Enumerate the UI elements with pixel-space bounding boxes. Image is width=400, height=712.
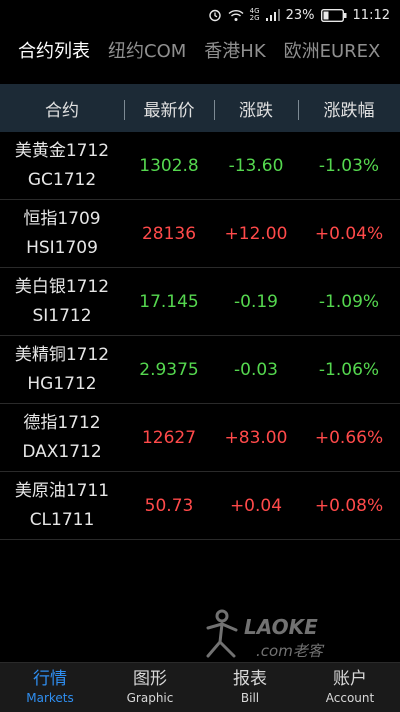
price-change-percent: +0.08% bbox=[314, 495, 384, 516]
nav-account-label-zh: 账户 bbox=[333, 668, 367, 689]
table-row[interactable]: 德指1712 DAX1712 12627 +83.00 +0.66% bbox=[0, 404, 400, 472]
network-label: 4G 2G bbox=[249, 7, 260, 22]
nav-bill-label-en: Bill bbox=[240, 690, 260, 705]
contract-cell: 美黄金1712 GC1712 bbox=[0, 137, 124, 195]
price-change: +0.04 bbox=[229, 495, 283, 516]
price-change: +83.00 bbox=[224, 427, 288, 448]
price-change-percent: -1.06% bbox=[318, 359, 380, 380]
contract-table: 美黄金1712 GC1712 1302.8 -13.60 -1.03% 恒指17… bbox=[0, 132, 400, 540]
battery-percent: 23% bbox=[285, 7, 315, 23]
tab-europe-eurex[interactable]: 欧洲EUREX bbox=[275, 37, 390, 63]
contract-name: 美原油1711 bbox=[14, 480, 110, 501]
contract-cell: 美原油1711 CL1711 bbox=[0, 477, 124, 535]
contract-code: CL1711 bbox=[29, 509, 95, 530]
latest-price: 50.73 bbox=[144, 495, 194, 516]
signal-icon bbox=[265, 9, 280, 21]
status-bar: 4G 2G 23% 11:12 bbox=[0, 0, 400, 30]
price-change: -13.60 bbox=[228, 155, 284, 176]
tab-hong-kong[interactable]: 香港HK bbox=[195, 37, 274, 63]
nav-markets-label-en: Markets bbox=[26, 690, 74, 705]
nav-markets[interactable]: 行情 Markets bbox=[0, 663, 100, 712]
contract-cell: 恒指1709 HSI1709 bbox=[0, 205, 124, 263]
contract-name: 恒指1709 bbox=[23, 208, 101, 229]
nav-bill[interactable]: 报表 Bill bbox=[200, 663, 300, 712]
alarm-icon bbox=[208, 8, 222, 22]
laoke-watermark-logo: LAOKE .com老客 bbox=[200, 606, 375, 666]
table-row[interactable]: 美白银1712 SI1712 17.145 -0.19 -1.09% bbox=[0, 268, 400, 336]
latest-price: 1302.8 bbox=[139, 155, 199, 176]
header-latest-price[interactable]: 最新价 bbox=[124, 96, 214, 121]
header-change-percent[interactable]: 涨跌幅 bbox=[298, 96, 400, 121]
nav-markets-label-zh: 行情 bbox=[33, 668, 67, 689]
contract-code: SI1712 bbox=[32, 305, 92, 326]
nav-bill-label-zh: 报表 bbox=[233, 668, 267, 689]
watermark-text: .com老客 bbox=[256, 642, 325, 660]
contract-name: 德指1712 bbox=[23, 412, 101, 433]
nav-account[interactable]: 账户 Account bbox=[300, 663, 400, 712]
latest-price: 2.9375 bbox=[139, 359, 199, 380]
tab-contract-list[interactable]: 合约列表 bbox=[0, 37, 99, 63]
nav-account-label-en: Account bbox=[325, 690, 375, 705]
latest-price: 17.145 bbox=[139, 291, 199, 312]
contract-name: 美精铜1712 bbox=[14, 344, 110, 365]
table-header: 合约 最新价 涨跌 涨跌幅 bbox=[0, 84, 400, 132]
contract-cell: 美白银1712 SI1712 bbox=[0, 273, 124, 331]
price-change-percent: +0.66% bbox=[314, 427, 384, 448]
clock: 11:12 bbox=[352, 7, 390, 23]
contract-code: DAX1712 bbox=[22, 441, 102, 462]
table-row[interactable]: 美原油1711 CL1711 50.73 +0.04 +0.08% bbox=[0, 472, 400, 540]
nav-graphic[interactable]: 图形 Graphic bbox=[100, 663, 200, 712]
bottom-navigation: 行情 Markets 图形 Graphic 报表 Bill 账户 Account bbox=[0, 662, 400, 712]
contract-cell: 美精铜1712 HG1712 bbox=[0, 341, 124, 399]
table-row[interactable]: 美精铜1712 HG1712 2.9375 -0.03 -1.06% bbox=[0, 336, 400, 404]
contract-name: 美白银1712 bbox=[14, 276, 110, 297]
price-change-percent: -1.03% bbox=[318, 155, 380, 176]
battery-icon bbox=[320, 8, 347, 22]
price-change: -0.03 bbox=[234, 359, 278, 380]
latest-price: 28136 bbox=[141, 223, 197, 244]
contract-cell: 德指1712 DAX1712 bbox=[0, 409, 124, 467]
header-contract[interactable]: 合约 bbox=[0, 96, 124, 121]
price-change: +12.00 bbox=[224, 223, 288, 244]
svg-text:LAOKE: LAOKE bbox=[244, 615, 318, 639]
contract-code: GC1712 bbox=[27, 169, 97, 190]
price-change: -0.19 bbox=[234, 291, 278, 312]
latest-price: 12627 bbox=[141, 427, 197, 448]
contract-code: HSI1709 bbox=[26, 237, 98, 258]
price-change-percent: +0.04% bbox=[314, 223, 384, 244]
market-tabs: 合约列表 纽约COM 香港HK 欧洲EUREX bbox=[0, 30, 400, 70]
nav-graphic-label-en: Graphic bbox=[126, 690, 174, 705]
table-row[interactable]: 恒指1709 HSI1709 28136 +12.00 +0.04% bbox=[0, 200, 400, 268]
table-row[interactable]: 美黄金1712 GC1712 1302.8 -13.60 -1.03% bbox=[0, 132, 400, 200]
tab-new-york-com[interactable]: 纽约COM bbox=[99, 37, 195, 63]
contract-code: HG1712 bbox=[27, 373, 97, 394]
header-change[interactable]: 涨跌 bbox=[214, 96, 298, 121]
price-change-percent: -1.09% bbox=[318, 291, 380, 312]
wifi-icon bbox=[228, 9, 244, 22]
contract-name: 美黄金1712 bbox=[14, 140, 110, 161]
nav-graphic-label-zh: 图形 bbox=[133, 668, 167, 689]
